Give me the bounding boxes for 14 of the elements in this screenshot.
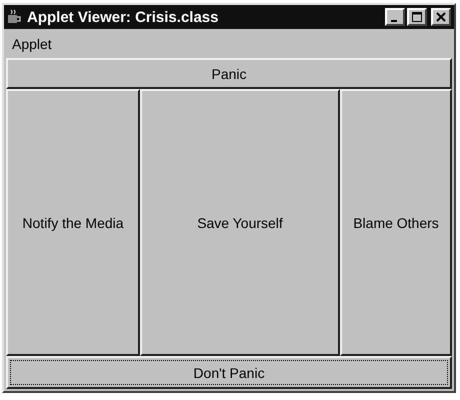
maximize-icon xyxy=(412,12,422,22)
button[interactable]: Panic xyxy=(6,58,452,89)
button[interactable]: Save Yourself xyxy=(140,89,340,356)
menu-item[interactable]: Applet xyxy=(12,36,52,52)
close-button[interactable] xyxy=(431,8,451,26)
button[interactable]: Notify the Media xyxy=(6,89,140,356)
minimize-icon xyxy=(390,20,396,22)
window-title: Applet Viewer: Crisis.class xyxy=(27,8,220,26)
button[interactable]: Don't Panic xyxy=(6,356,452,389)
maximize-button[interactable] xyxy=(407,8,427,26)
minimize-button[interactable] xyxy=(385,8,405,26)
button[interactable]: Blame Others xyxy=(340,89,452,356)
coffee-cup-icon xyxy=(7,9,23,25)
close-icon xyxy=(436,12,446,22)
